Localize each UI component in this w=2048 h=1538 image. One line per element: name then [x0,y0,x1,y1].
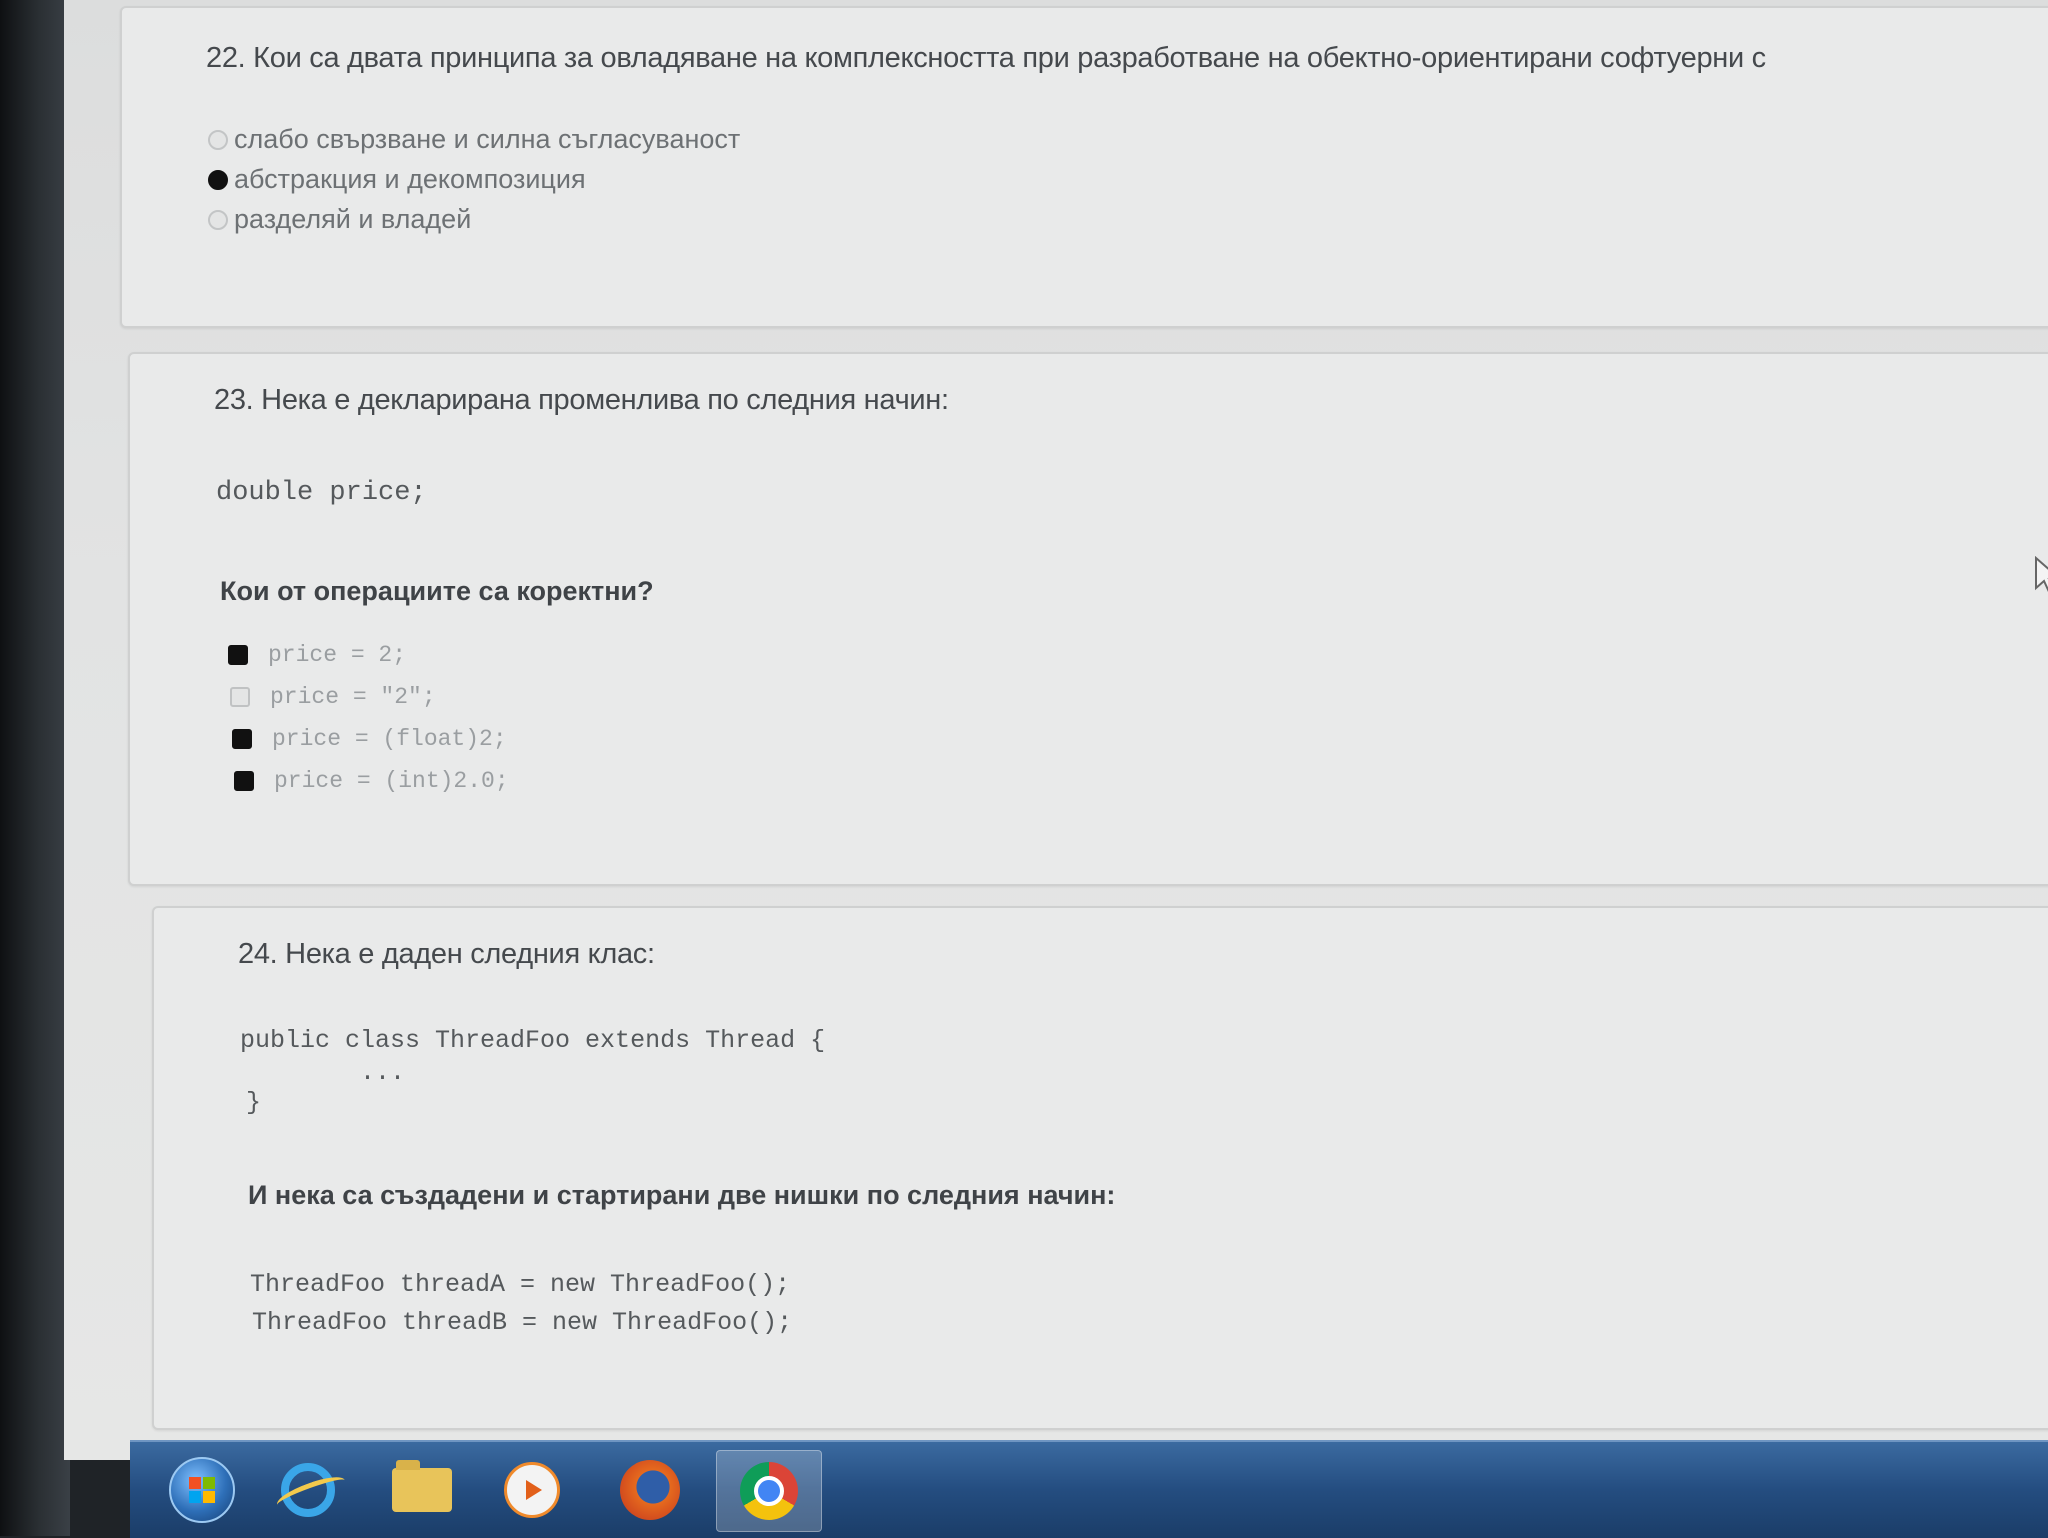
folder-icon [392,1460,452,1512]
checkbox-checked[interactable] [228,645,248,665]
question-23-title: 23. Нека е декларирана променлива по сле… [214,384,949,416]
start-button[interactable] [150,1450,254,1530]
taskbar-media-player[interactable] [480,1450,584,1530]
option-code: price = (int)2.0; [274,768,509,794]
code-line: ... [240,1058,406,1087]
question-23-prompt: Кои от операциите са коректни? [220,576,654,606]
checkbox-checked[interactable] [234,771,254,791]
windows-taskbar [130,1440,2048,1538]
code-snippet: double price; [216,478,427,508]
question-24-prompt: И нека са създадени и стартирани две ниш… [248,1180,1116,1210]
option-label: абстракция и декомпозиция [234,164,586,194]
radio-button[interactable] [208,129,228,150]
radio-button[interactable] [208,209,228,230]
mouse-cursor-icon [2035,556,2048,593]
code-line: ThreadFoo threadB = new ThreadFoo(); [252,1308,793,1337]
taskbar-internet-explorer[interactable] [256,1450,360,1530]
question-23-option-3[interactable]: price = (float)2; [232,726,507,752]
question-23-option-2[interactable]: price = "2"; [230,684,436,710]
question-22-option-1[interactable]: слабо свързване и силна съгласуваност [208,124,740,155]
firefox-icon [620,1460,680,1520]
question-23-option-4[interactable]: price = (int)2.0; [234,768,509,794]
monitor-bezel [0,0,70,1536]
taskbar-chrome[interactable] [716,1450,822,1532]
question-card-24: 24. Нека е даден следния клас: public cl… [152,906,2048,1430]
media-player-icon [504,1462,560,1518]
question-card-22: 22. Кои са двата принципа за овладяване … [120,6,2048,328]
chrome-icon [740,1462,798,1520]
browser-page: 22. Кои са двата принципа за овладяване … [64,0,2048,1460]
option-label: слабо свързване и силна съгласуваност [234,124,741,154]
option-code: price = 2; [268,642,407,668]
question-22-option-3[interactable]: разделяй и владей [208,204,471,235]
internet-explorer-icon [281,1463,335,1517]
taskbar-firefox[interactable] [598,1450,702,1530]
question-23-option-1[interactable]: price = 2; [228,642,406,668]
code-line: } [246,1088,262,1117]
windows-start-icon [169,1457,235,1523]
radio-button-selected[interactable] [208,169,228,190]
option-code: price = (float)2; [272,726,507,752]
taskbar-file-explorer[interactable] [370,1450,474,1530]
option-code: price = "2"; [270,684,436,710]
question-24-title: 24. Нека е даден следния клас: [238,938,655,970]
question-22-title: 22. Кои са двата принципа за овладяване … [206,42,1766,74]
checkbox[interactable] [230,687,250,707]
option-label: разделяй и владей [234,204,472,234]
code-line: ThreadFoo threadA = new ThreadFoo(); [250,1270,791,1299]
code-line: public class ThreadFoo extends Thread { [240,1026,826,1055]
question-22-option-2[interactable]: абстракция и декомпозиция [208,164,586,195]
question-card-23: 23. Нека е декларирана променлива по сле… [128,352,2048,886]
checkbox-checked[interactable] [232,729,252,749]
